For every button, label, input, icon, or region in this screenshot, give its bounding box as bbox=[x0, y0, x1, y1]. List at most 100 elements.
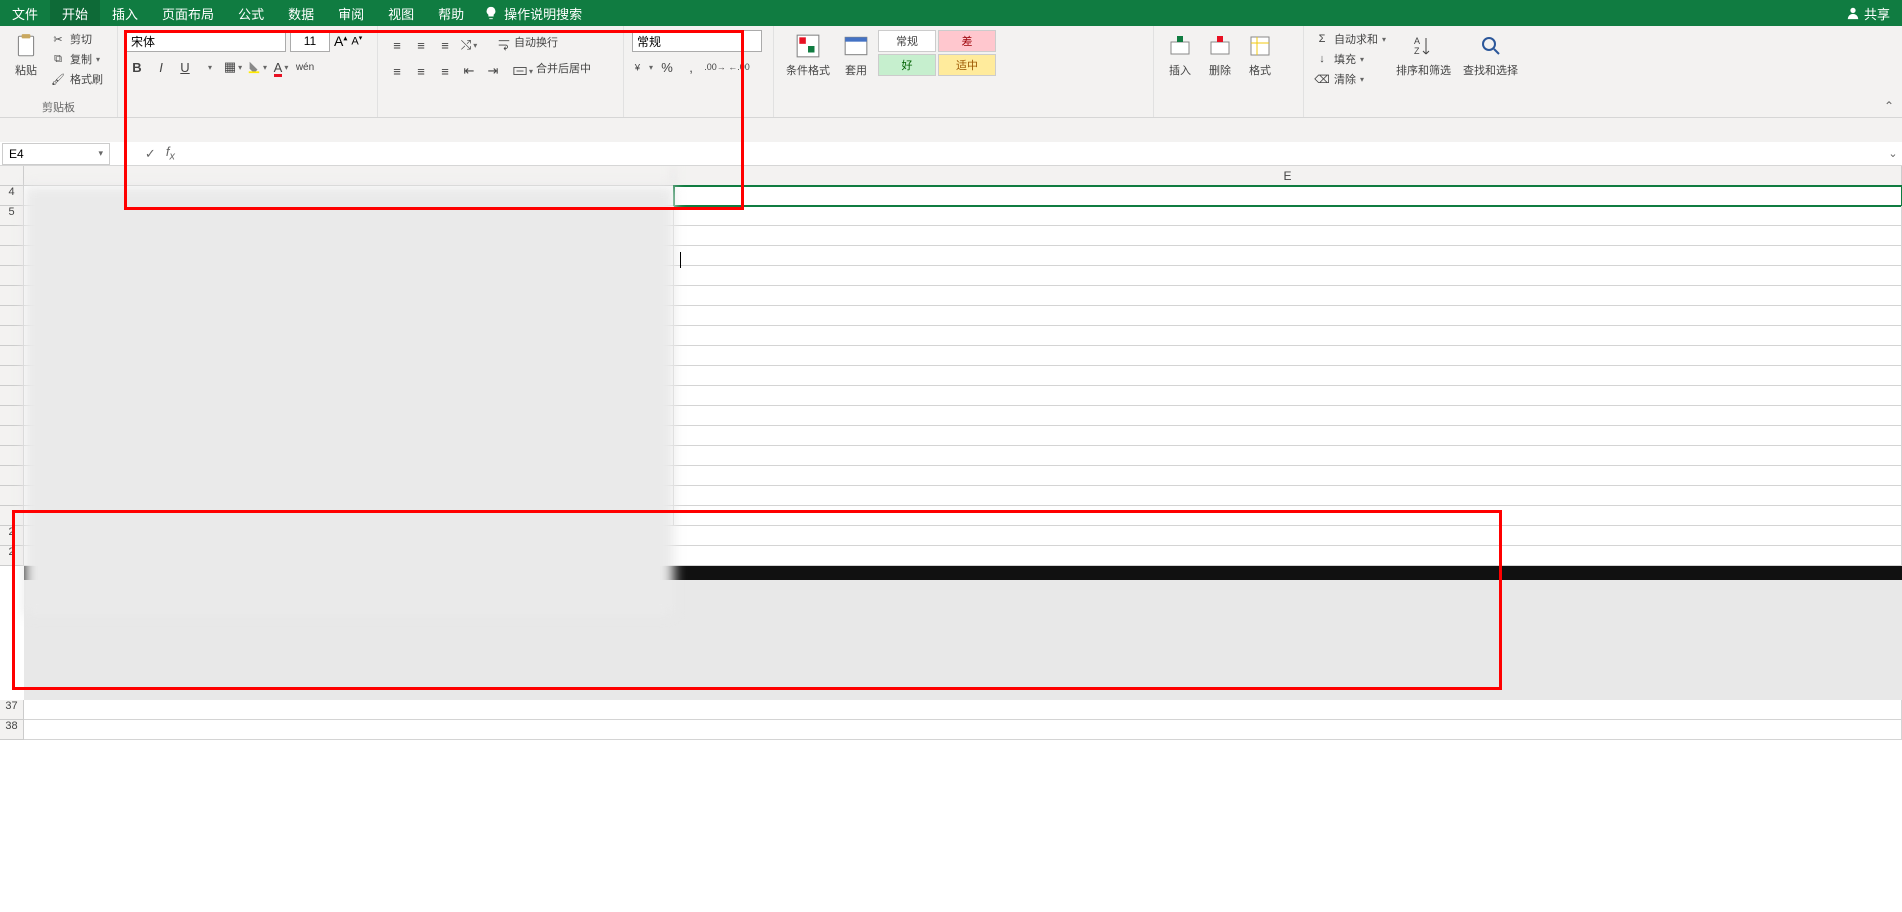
underline-caret[interactable] bbox=[198, 56, 220, 78]
tab-formula[interactable]: 公式 bbox=[226, 0, 276, 27]
worksheet-grid[interactable]: E 4 5 2 NC NC6. 2 NC NC6.5 bbox=[0, 166, 1902, 912]
sort-icon: AZ bbox=[1410, 32, 1438, 60]
select-all-corner[interactable] bbox=[0, 166, 24, 186]
tab-home[interactable]: 开始 bbox=[50, 0, 100, 27]
wrap-text-button[interactable] bbox=[496, 34, 512, 56]
selected-cell-e4[interactable] bbox=[674, 186, 1902, 206]
format-label: 格式 bbox=[1249, 62, 1271, 78]
cell-styles-gallery[interactable]: 常规 差 好 适中 bbox=[878, 30, 996, 76]
clear-button[interactable]: ⌫ 清除 ▾ bbox=[1312, 70, 1388, 88]
row-header-38[interactable]: 38 bbox=[0, 720, 24, 740]
tab-file[interactable]: 文件 bbox=[0, 0, 50, 27]
redacted-region bbox=[24, 186, 674, 616]
fx-icon[interactable]: fx bbox=[166, 144, 175, 163]
style-good[interactable]: 好 bbox=[878, 54, 936, 76]
svg-text:Z: Z bbox=[1414, 46, 1420, 56]
tab-layout[interactable]: 页面布局 bbox=[150, 0, 226, 27]
align-middle-button[interactable]: ≡ bbox=[410, 34, 432, 56]
font-size-select[interactable] bbox=[290, 30, 330, 52]
wrap-text-label: 自动换行 bbox=[514, 34, 558, 56]
name-box[interactable]: E4 ▾ bbox=[2, 143, 110, 165]
format-as-table-button[interactable]: 套用 bbox=[838, 30, 874, 80]
fill-color-button[interactable] bbox=[246, 56, 268, 78]
row-header-37[interactable]: 37 bbox=[0, 700, 24, 720]
comma-button[interactable]: , bbox=[680, 56, 702, 78]
orientation-button[interactable]: ⤭ bbox=[458, 34, 480, 56]
ribbon-collapse-caret[interactable]: ⌃ bbox=[1884, 99, 1894, 113]
paste-icon bbox=[12, 32, 40, 60]
bold-button[interactable]: B bbox=[126, 56, 148, 78]
format-icon bbox=[1246, 32, 1274, 60]
align-left-button[interactable]: ≡ bbox=[386, 60, 408, 82]
fill-icon: ↓ bbox=[1314, 51, 1330, 67]
align-bottom-button[interactable]: ≡ bbox=[434, 34, 456, 56]
border-button[interactable]: ▦ bbox=[222, 56, 244, 78]
scissors-icon: ✂ bbox=[50, 31, 66, 47]
decrease-font-button[interactable]: A▾ bbox=[351, 34, 362, 48]
merge-button[interactable] bbox=[512, 60, 534, 82]
brush-icon: 🖌 bbox=[50, 71, 66, 87]
row-header-b[interactable]: 2 bbox=[0, 546, 24, 566]
underline-button[interactable]: U bbox=[174, 56, 196, 78]
text-cursor bbox=[680, 252, 681, 268]
copy-button[interactable]: ⧉ 复制 ▾ bbox=[48, 50, 105, 68]
delete-label: 删除 bbox=[1209, 62, 1231, 78]
copy-icon: ⧉ bbox=[50, 51, 66, 67]
fill-button[interactable]: ↓ 填充 ▾ bbox=[1312, 50, 1388, 68]
style-bad[interactable]: 差 bbox=[938, 30, 996, 52]
row-header-5[interactable]: 5 bbox=[0, 206, 24, 226]
style-neutral[interactable]: 适中 bbox=[938, 54, 996, 76]
tab-view[interactable]: 视图 bbox=[376, 0, 426, 27]
tab-insert[interactable]: 插入 bbox=[100, 0, 150, 27]
col-header-e[interactable]: E bbox=[674, 166, 1902, 185]
conditional-format-button[interactable]: 条件格式 bbox=[782, 30, 834, 80]
align-right-button[interactable]: ≡ bbox=[434, 60, 456, 82]
style-normal[interactable]: 常规 bbox=[878, 30, 936, 52]
insert-icon bbox=[1166, 32, 1194, 60]
condfmt-label: 条件格式 bbox=[786, 62, 830, 78]
tab-help[interactable]: 帮助 bbox=[426, 0, 476, 27]
align-top-button[interactable]: ≡ bbox=[386, 34, 408, 56]
indent-inc-button[interactable]: ⇥ bbox=[482, 60, 504, 82]
font-group-label bbox=[126, 113, 369, 115]
group-styles: 条件格式 套用 常规 差 好 适中 bbox=[774, 26, 1154, 117]
formula-input[interactable] bbox=[189, 143, 1884, 165]
number-format-select[interactable] bbox=[632, 30, 762, 52]
find-select-button[interactable]: 查找和选择 bbox=[1459, 30, 1522, 80]
copy-label: 复制 bbox=[70, 51, 92, 67]
dec-decimal-button[interactable]: ←.00 bbox=[728, 56, 750, 78]
tab-review[interactable]: 审阅 bbox=[326, 0, 376, 27]
percent-button[interactable]: % bbox=[656, 56, 678, 78]
find-label: 查找和选择 bbox=[1463, 62, 1518, 78]
increase-font-button[interactable]: A▴ bbox=[334, 33, 347, 49]
format-painter-button[interactable]: 🖌 格式刷 bbox=[48, 70, 105, 88]
share-button[interactable]: 共享 bbox=[1846, 4, 1890, 23]
cut-button[interactable]: ✂ 剪切 bbox=[48, 30, 105, 48]
delete-cells-button[interactable]: 删除 bbox=[1202, 30, 1238, 80]
paste-label: 粘贴 bbox=[15, 62, 37, 78]
autosum-button[interactable]: Σ 自动求和 ▾ bbox=[1312, 30, 1388, 48]
insert-cells-button[interactable]: 插入 bbox=[1162, 30, 1198, 80]
formula-bar-expand[interactable]: ⌄ bbox=[1884, 147, 1902, 160]
italic-button[interactable]: I bbox=[150, 56, 172, 78]
phonetic-button[interactable]: wén bbox=[294, 56, 316, 78]
align-center-button[interactable]: ≡ bbox=[410, 60, 432, 82]
name-box-value: E4 bbox=[9, 147, 24, 161]
format-cells-button[interactable]: 格式 bbox=[1242, 30, 1278, 80]
name-box-caret[interactable]: ▾ bbox=[98, 148, 103, 159]
tell-me-search[interactable]: 操作说明搜索 bbox=[484, 4, 582, 23]
font-color-button[interactable]: A bbox=[270, 56, 292, 78]
inc-decimal-button[interactable]: .00→ bbox=[704, 56, 726, 78]
row-header-a[interactable]: 2 bbox=[0, 526, 24, 546]
font-name-select[interactable] bbox=[126, 30, 286, 52]
row-header-4[interactable]: 4 bbox=[0, 186, 24, 206]
confirm-edit-button[interactable]: ✓ bbox=[145, 146, 156, 162]
tell-me-label: 操作说明搜索 bbox=[504, 4, 582, 23]
group-clipboard: 粘贴 ✂ 剪切 ⧉ 复制 ▾ 🖌 格式刷 剪贴板 bbox=[0, 26, 118, 117]
tab-data[interactable]: 数据 bbox=[276, 0, 326, 27]
indent-dec-button[interactable]: ⇤ bbox=[458, 60, 480, 82]
tablefmt-label: 套用 bbox=[845, 62, 867, 78]
paste-button[interactable]: 粘贴 bbox=[8, 30, 44, 80]
sort-filter-button[interactable]: AZ 排序和筛选 bbox=[1392, 30, 1455, 80]
currency-button[interactable]: ¥ bbox=[632, 56, 654, 78]
